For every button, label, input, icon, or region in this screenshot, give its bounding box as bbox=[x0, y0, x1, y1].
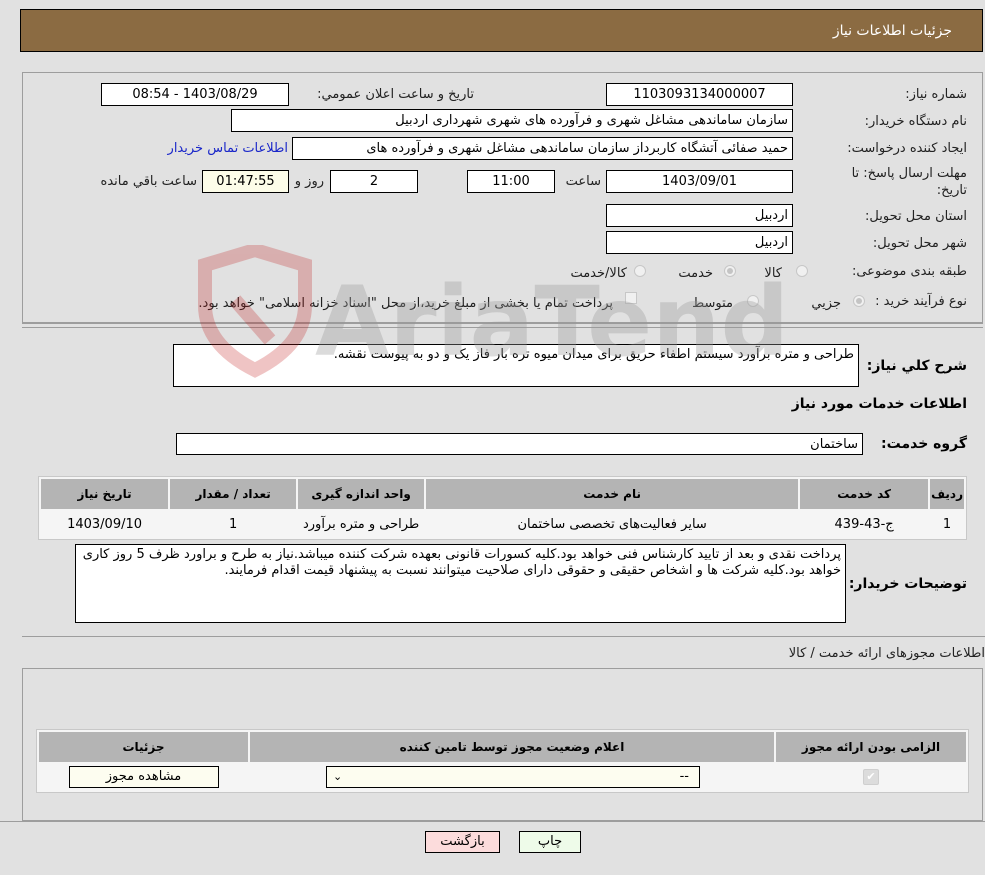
cell-need-date: 1403/09/10 bbox=[41, 511, 169, 537]
permit-required-checkbox[interactable]: ✔ bbox=[863, 769, 879, 785]
cell-row: 1 bbox=[930, 511, 964, 537]
cell-quantity: 1 bbox=[170, 511, 297, 537]
col-service-code: کد خدمت bbox=[800, 479, 929, 509]
buyer-contact-link[interactable]: اطلاعات تماس خریدار bbox=[168, 141, 288, 156]
announce-datetime-field: 1403/08/29 - 08:54 bbox=[101, 83, 289, 106]
category-goods-service-radio[interactable] bbox=[634, 265, 646, 277]
category-label: طبقه بندی موضوعی: bbox=[851, 264, 967, 279]
permit-status-value: -- bbox=[679, 769, 689, 784]
cell-service-name: سایر فعالیت‌های تخصصی ساختمان bbox=[426, 511, 799, 537]
col-service-name: نام خدمت bbox=[426, 479, 799, 509]
permits-table-header: الزامی بودن ارائه مجوز اعلام وضعیت مجوز … bbox=[39, 732, 966, 762]
deadline-time-label: ساعت bbox=[565, 174, 601, 189]
need-number-label: شماره نیاز: bbox=[905, 87, 967, 102]
service-group-field: ساختمان bbox=[176, 433, 863, 455]
col-permit-required: الزامی بودن ارائه مجوز bbox=[776, 732, 966, 762]
treasury-bonds-checkbox[interactable] bbox=[625, 292, 637, 304]
buyer-org-label: نام دستگاه خريدار: bbox=[864, 114, 967, 129]
remaining-time-label: ساعت باقي مانده bbox=[100, 174, 197, 189]
buyer-org-field: سازمان ساماندهی مشاغل شهری و فرآورده های… bbox=[231, 109, 793, 132]
need-number-field: 1103093134000007 bbox=[606, 83, 793, 106]
remaining-days-field: 2 bbox=[330, 170, 418, 193]
cell-permit-details: مشاهده مجوز bbox=[39, 764, 248, 790]
category-service-label: خدمت bbox=[678, 266, 713, 281]
cell-permit-required: ✔ bbox=[776, 764, 966, 790]
purchase-minor-radio[interactable] bbox=[853, 295, 865, 307]
purchase-medium-radio[interactable] bbox=[747, 295, 759, 307]
cell-permit-status: -- ⌄ bbox=[250, 764, 774, 790]
deadline-time-field: 11:00 bbox=[467, 170, 555, 193]
buyer-notes-textarea[interactable] bbox=[75, 544, 846, 623]
description-label: شرح کلي نیاز: bbox=[866, 358, 967, 374]
permits-table: الزامی بودن ارائه مجوز اعلام وضعیت مجوز … bbox=[36, 729, 969, 793]
divider bbox=[22, 636, 985, 637]
category-goods-label: کالا bbox=[764, 266, 782, 281]
category-goods-service-label: کالا/خدمت bbox=[570, 266, 627, 281]
services-table: ردیف کد خدمت نام خدمت واحد اندازه گیری ت… bbox=[38, 476, 967, 540]
page-title: جزئیات اطلاعات نیاز bbox=[832, 23, 952, 39]
cell-unit: طراحی و متره برآورد bbox=[298, 511, 425, 537]
col-permit-details: جزئیات bbox=[39, 732, 248, 762]
permits-section-title: اطلاعات مجوزهای ارائه خدمت / کالا bbox=[788, 646, 985, 661]
purchase-medium-label: متوسط bbox=[692, 296, 733, 311]
divider bbox=[22, 322, 983, 323]
print-button[interactable]: چاپ bbox=[519, 831, 581, 853]
city-field: اردبیل bbox=[606, 231, 793, 254]
requester-field: حمید صفائی آتشگاه کاربرداز سازمان ساماند… bbox=[292, 137, 793, 160]
purchase-type-label: نوع فرآیند خرید : bbox=[875, 294, 967, 309]
services-table-header: ردیف کد خدمت نام خدمت واحد اندازه گیری ت… bbox=[41, 479, 964, 509]
remaining-time-field: 01:47:55 bbox=[202, 170, 289, 193]
deadline-label: مهلت ارسال پاسخ: تا تاریخ: bbox=[851, 166, 967, 198]
description-textarea[interactable] bbox=[173, 344, 859, 387]
services-section-title: اطلاعات خدمات مورد نیاز bbox=[791, 396, 967, 412]
col-need-date: تاریخ نیاز bbox=[41, 479, 169, 509]
chevron-down-icon: ⌄ bbox=[333, 770, 343, 783]
divider bbox=[22, 327, 983, 328]
category-goods-radio[interactable] bbox=[796, 265, 808, 277]
col-permit-status: اعلام وضعیت مجوز توسط تامین کننده bbox=[250, 732, 774, 762]
divider bbox=[0, 821, 985, 822]
city-label: شهر محل تحویل: bbox=[872, 236, 967, 251]
requester-label: ایجاد کننده درخواست: bbox=[847, 141, 967, 156]
deadline-date-field: 1403/09/01 bbox=[606, 170, 793, 193]
col-quantity: تعداد / مقدار bbox=[170, 479, 297, 509]
category-service-radio[interactable] bbox=[724, 265, 736, 277]
purchase-minor-label: جزيي bbox=[811, 296, 841, 311]
days-label: روز و bbox=[294, 174, 324, 189]
col-row: ردیف bbox=[930, 479, 964, 509]
treasury-note: پرداخت تمام یا بخشی از مبلغ خرید،از محل … bbox=[198, 296, 613, 311]
buyer-notes-label: توضیحات خریدار: bbox=[848, 576, 967, 592]
province-field: اردبیل bbox=[606, 204, 793, 227]
announce-datetime-label: تاریخ و ساعت اعلان عمومي: bbox=[317, 87, 474, 102]
back-button[interactable]: بازگشت bbox=[425, 831, 500, 853]
table-row: ✔ -- ⌄ مشاهده مجوز bbox=[39, 764, 966, 790]
cell-service-code: ج-43-439 bbox=[800, 511, 929, 537]
view-permit-button[interactable]: مشاهده مجوز bbox=[68, 766, 219, 788]
col-unit: واحد اندازه گیری bbox=[298, 479, 425, 509]
permit-status-select[interactable]: -- ⌄ bbox=[326, 766, 700, 788]
province-label: استان محل تحویل: bbox=[865, 209, 967, 224]
page-header: جزئیات اطلاعات نیاز bbox=[20, 9, 983, 52]
table-row: 1 ج-43-439 سایر فعالیت‌های تخصصی ساختمان… bbox=[41, 511, 964, 537]
service-group-label: گروه خدمت: bbox=[881, 436, 967, 452]
